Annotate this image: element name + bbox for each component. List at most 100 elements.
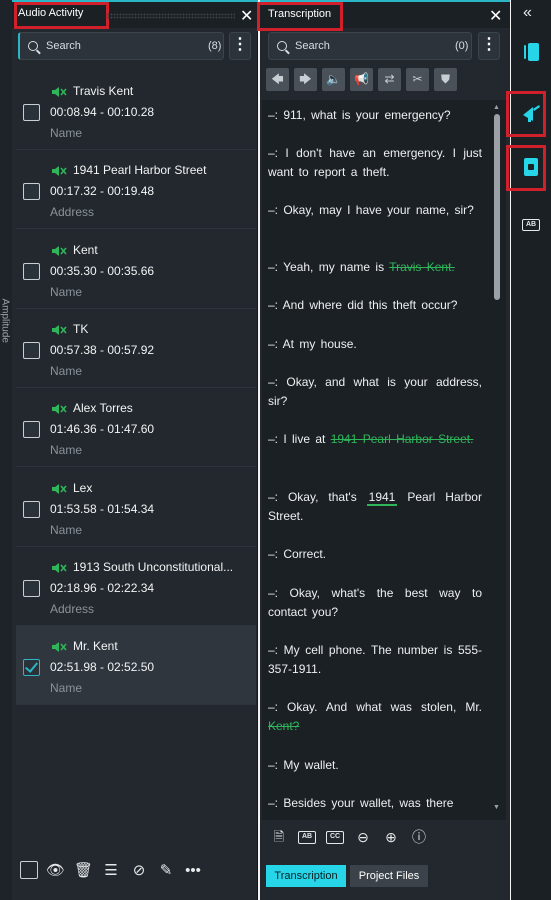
right-rail: « AB [506,0,551,900]
transcript-line: –: Yeah, my name is Travis Kent. [268,258,482,277]
item-category: Name [50,522,83,537]
flagged-text[interactable]: 1941 [366,490,398,506]
list-item[interactable]: Lex 01:53.58 - 01:54.34 Name [16,468,256,547]
zoom-in-icon[interactable]: ⊕ [382,828,400,846]
transcription-panel: Transcription ✕ Search (0) ⋮ 🡄 🡆 🔈 📢 ⇄ ✂… [257,0,510,900]
annotation-box [257,2,343,31]
redacted-text[interactable]: 1941 Pearl Harbor Street. [331,432,474,446]
transcript-line: –: My cell phone. The number is 555-357-… [268,643,482,676]
item-category: Name [50,681,83,696]
collapse-icon[interactable]: « [523,4,532,22]
shuffle-icon[interactable]: ⇄ [378,68,401,91]
search-icon [28,41,38,51]
list-item[interactable]: TK 00:57.38 - 00:57.92 Name [16,309,256,388]
muted-speaker-icon [52,562,67,573]
info-icon[interactable]: ⓘ [410,828,428,846]
muted-speaker-icon [52,324,67,335]
audio-activity-footer: 👁 🗑 ☰ ⊘ ✎ ••• [12,854,258,890]
item-checkbox[interactable] [23,262,40,280]
trash-icon[interactable]: 🗑 [74,862,93,880]
search-input[interactable]: Search [46,40,81,52]
line-text: –: Okay. And what was stolen, Mr. [268,700,482,714]
item-name: 1913 South Unconstitutional... [73,559,234,574]
transcript-line: –: I live at 1941 Pearl Harbor Street. [268,430,482,449]
more-icon[interactable]: ••• [184,862,202,880]
list-add-icon[interactable]: ☰ [102,862,120,880]
mute-icon[interactable]: 🔈 [322,68,345,91]
list-item[interactable]: 1941 Pearl Harbor Street 00:17.32 - 00:19… [16,150,256,230]
result-count: (0) [455,40,469,52]
zoom-out-icon[interactable]: ⊖ [354,828,372,846]
item-category: Name [50,363,83,378]
transcription-search[interactable]: Search (0) [268,32,472,60]
item-category: Name [50,443,83,458]
search-input[interactable]: Search [295,40,330,52]
transcript-line: –: Okay, what's the best way to contact … [268,586,482,619]
cards-icon[interactable] [519,40,543,64]
list-item[interactable]: 1913 South Unconstitutional... 02:18.96 -… [16,547,256,626]
item-checkbox[interactable] [23,421,40,439]
ab-caption-icon[interactable]: AB [298,831,316,844]
scrollbar-thumb[interactable] [494,114,500,300]
item-category: Name [50,284,83,299]
tab-project-files[interactable]: Project Files [350,865,428,887]
scrollbar[interactable]: ▲ ▼ [492,104,502,814]
item-name: Kent [73,242,98,257]
cc-icon[interactable]: CC [326,831,344,844]
transcript-body[interactable]: –: 911, what is your emergency? –: I don… [262,100,506,820]
search-icon [277,41,287,51]
item-checkbox[interactable] [23,579,40,597]
stamp-icon[interactable]: ⛊ [434,68,457,91]
eye-icon[interactable]: 👁 [46,862,65,880]
arrow-left-icon[interactable]: 🡄 [266,68,289,91]
item-time-range: 00:08.94 - 00:10.28 [50,105,155,119]
drag-handle[interactable] [107,13,235,19]
item-checkbox[interactable] [23,183,40,201]
list-item[interactable]: Mr. Kent 02:51.98 - 02:52.50 Name [16,626,256,706]
redacted-text[interactable]: Travis Kent. [389,260,455,274]
item-checkbox[interactable] [23,659,40,677]
select-all-checkbox[interactable] [20,861,38,879]
muted-speaker-icon [52,483,67,494]
transcript-line: –: Okay. And what was stolen, Mr. Kent? [268,698,482,736]
megaphone-icon[interactable]: 📢 [350,68,373,91]
pencil-icon[interactable]: ✎ [157,862,175,880]
ban-icon[interactable]: ⊘ [130,862,148,880]
close-icon[interactable]: ✕ [489,6,502,26]
item-time-range: 00:35.30 - 00:35.66 [50,263,155,278]
list-item[interactable]: Kent 00:35.30 - 00:35.66 Name [16,230,256,309]
item-time-range: 00:17.32 - 00:19.48 [50,184,155,199]
file-add-icon[interactable]: 🗎 [270,828,288,846]
item-time-range: 00:57.38 - 00:57.92 [50,342,155,357]
item-time-range: 02:51.98 - 02:52.50 [50,660,155,675]
item-checkbox[interactable] [23,500,40,518]
audio-activity-header: Audio Activity ✕ [12,0,258,29]
muted-speaker-icon [52,87,67,97]
arrow-right-icon[interactable]: 🡆 [294,68,317,91]
item-time-range: 01:53.58 - 01:54.34 [50,501,155,516]
ab-badge-icon[interactable]: AB [522,219,540,231]
more-options-icon[interactable]: ⋮ [229,32,251,60]
transcript-line: –: Okay, may I have your name, sir? [268,203,474,217]
scroll-up-icon[interactable]: ▲ [493,104,500,111]
item-name: TK [73,321,89,336]
annotation-box [506,91,546,137]
item-time-range: 02:18.96 - 02:22.34 [50,580,155,595]
item-checkbox[interactable] [23,341,40,359]
more-options-icon[interactable]: ⋮ [478,32,500,60]
transcription-toolbar: 🡄 🡆 🔈 📢 ⇄ ✂ ⛊ [266,68,466,92]
scroll-down-icon[interactable]: ▼ [493,804,500,811]
transcript-line: –: And where did this theft occur? [268,298,458,312]
line-text: –: I live at [268,432,331,446]
muted-speaker-icon [52,245,67,256]
scissors-icon[interactable]: ✂ [406,68,429,91]
redacted-text[interactable]: Kent? [268,719,299,733]
audio-activity-search[interactable]: Search (8) [18,32,224,60]
list-item[interactable]: Alex Torres 01:46.36 - 01:47.60 Name [16,388,256,468]
muted-speaker-icon [52,642,67,653]
item-name: Mr. Kent [73,639,118,654]
list-item[interactable]: Travis Kent 00:08.94 - 00:10.28 Name [16,71,256,150]
tab-transcription[interactable]: Transcription [266,865,346,887]
item-checkbox[interactable] [23,104,40,121]
close-icon[interactable]: ✕ [240,6,253,26]
